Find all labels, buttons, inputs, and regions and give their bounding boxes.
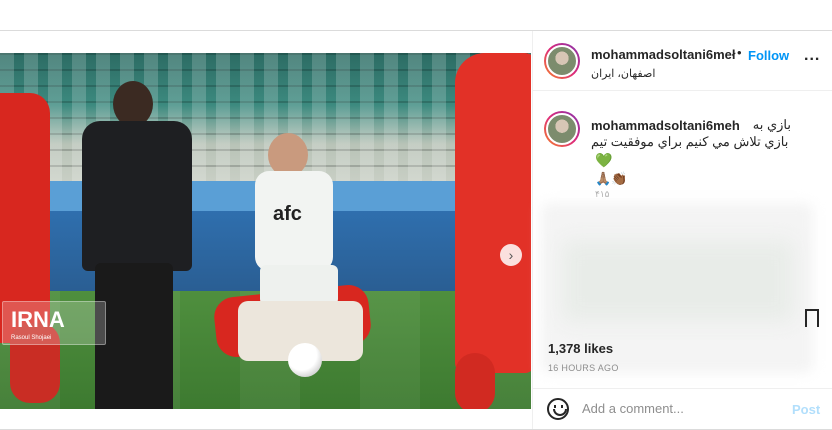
likes-count[interactable]: 1,378 likes — [548, 341, 613, 356]
post-comment-button[interactable]: Post — [792, 402, 820, 417]
bookmark-icon[interactable] — [805, 309, 819, 327]
irna-watermark: IRNA Rasoul Shojaei — [2, 301, 106, 345]
carousel-next-button[interactable]: › — [500, 244, 522, 266]
white-player-shorts — [260, 265, 338, 305]
green-heart-icon: 💚 — [595, 152, 613, 168]
watermark-credit: Rasoul Shojaei — [11, 335, 52, 341]
post-image[interactable]: afc IRNA Rasoul Shojaei › — [0, 53, 531, 409]
red-player-right — [455, 53, 531, 373]
avatar[interactable] — [544, 43, 580, 79]
emoji-icon[interactable] — [547, 398, 569, 420]
football — [288, 343, 322, 377]
separator-dot: • — [737, 45, 742, 60]
comment-bar: Post — [533, 388, 832, 430]
blurred-region-inner — [563, 241, 793, 321]
caption-section: mohammadsoltani6meh بازي به بازي تلاش مي… — [533, 91, 832, 373]
post-timestamp[interactable]: 16 HOURS AGO — [548, 363, 619, 373]
caption-avatar[interactable] — [544, 111, 580, 147]
caption-text-line2: بازي تلاش مي كنيم براي موفقيت تيم — [591, 134, 789, 149]
referee-legs — [95, 263, 173, 409]
caption-faint-text: ۴۱۵ — [595, 189, 610, 199]
post-header: mohammadsoltani6meł • Follow اصفهان، ایر… — [533, 31, 832, 91]
red-player-right-leg — [455, 353, 495, 409]
caption-text-line1: بازي به — [752, 117, 791, 132]
top-navigation-bar — [0, 0, 832, 31]
referee — [82, 121, 192, 271]
follow-button[interactable]: Follow — [748, 48, 789, 63]
comment-input[interactable] — [582, 401, 762, 416]
caption-emojis: 🙏🏽👏🏾 — [595, 171, 628, 186]
more-options-icon[interactable]: ... — [804, 47, 820, 65]
stadium-stands — [0, 53, 531, 183]
watermark-logo: IRNA — [11, 307, 65, 332]
post-container: afc IRNA Rasoul Shojaei › mohammadsoltan… — [0, 30, 832, 430]
chevron-right-icon: › — [508, 247, 514, 263]
header-username[interactable]: mohammadsoltani6meł — [591, 47, 736, 62]
caption-username[interactable]: mohammadsoltani6meh — [591, 118, 740, 133]
jersey-logo: afc — [273, 203, 302, 225]
location-link[interactable]: اصفهان، ایران — [591, 67, 655, 80]
post-sidebar: mohammadsoltani6meł • Follow اصفهان، ایر… — [532, 31, 832, 429]
